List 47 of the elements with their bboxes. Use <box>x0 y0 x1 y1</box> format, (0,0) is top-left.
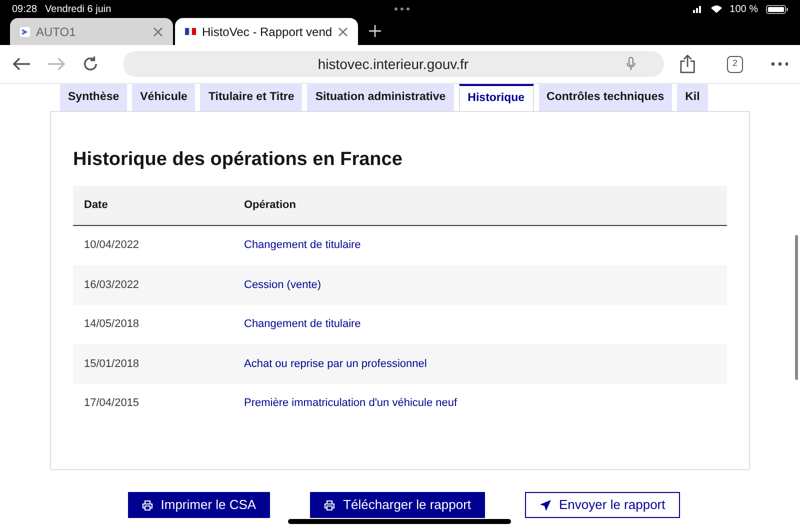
status-time: 09:28 <box>12 2 38 16</box>
page-tab[interactable]: Contrôles techniques <box>538 84 672 111</box>
page-tab[interactable]: Kil <box>677 84 708 111</box>
signal-icon <box>692 5 703 13</box>
action-button[interactable]: Imprimer le CSA <box>128 492 270 518</box>
action-button[interactable]: Télécharger le rapport <box>310 492 486 518</box>
new-tab-icon[interactable] <box>369 25 382 37</box>
chevron-logo-icon <box>20 26 30 36</box>
flag-icon <box>185 28 196 35</box>
operation-link[interactable]: Cession (vente) <box>244 278 322 290</box>
column-header: Opération <box>243 198 297 213</box>
table-cell-text: 15/01/2018 <box>83 356 140 372</box>
wifi-icon <box>710 5 722 13</box>
microphone-icon[interactable] <box>626 57 636 71</box>
share-icon[interactable] <box>680 54 695 74</box>
operation-link[interactable]: Achat ou reprise par un professionnel <box>244 358 427 370</box>
browser-tab[interactable]: HistoVec - Rapport vend <box>175 18 358 45</box>
close-icon[interactable] <box>153 26 163 36</box>
tab-count-button[interactable]: 2 <box>726 56 744 72</box>
page-tab[interactable]: Synthèse <box>60 84 128 111</box>
action-button[interactable]: Envoyer le rapport <box>525 492 680 518</box>
table-cell-text: 14/05/2018 <box>83 317 140 332</box>
table-cell-text: 17/04/2015 <box>83 396 140 411</box>
printer-icon <box>324 500 336 510</box>
back-icon[interactable] <box>12 56 31 72</box>
more-icon[interactable] <box>771 62 788 66</box>
table-cell-text: 16/03/2022 <box>83 278 140 292</box>
operation-link[interactable]: Changement de titulaire <box>244 318 361 330</box>
battery-icon <box>766 4 788 14</box>
section-title: Historique des opérations en France <box>73 148 404 172</box>
address-bar[interactable]: histovec.interieur.gouv.fr <box>122 51 664 77</box>
status-date: Vendredi 6 juin <box>45 2 112 16</box>
page-tab[interactable]: Situation administrative <box>307 84 454 111</box>
column-header: Date <box>83 198 109 213</box>
close-icon[interactable] <box>338 26 348 36</box>
operation-link[interactable]: Changement de titulaire <box>244 239 361 251</box>
table-cell-text: 10/04/2022 <box>83 238 140 253</box>
printer-icon <box>142 500 153 510</box>
battery-percentage: 100 % <box>730 2 758 16</box>
send-icon <box>540 500 552 510</box>
page-tab[interactable]: Véhicule <box>132 84 196 111</box>
browser-tab[interactable]: AUTO1 <box>10 18 173 45</box>
page-tab[interactable]: Titulaire et Titre <box>200 84 302 111</box>
more-icon <box>394 7 410 11</box>
page-tab[interactable]: Historique <box>458 84 534 111</box>
operation-link[interactable]: Première immatriculation d'un véhicule neuf <box>244 397 458 409</box>
reload-icon[interactable] <box>82 55 99 73</box>
